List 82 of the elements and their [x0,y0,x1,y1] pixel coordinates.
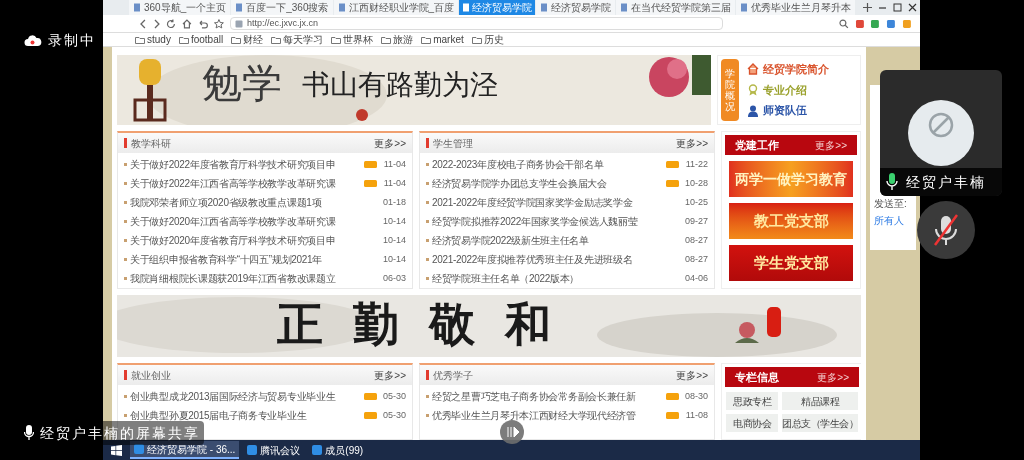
news-date: 11-08 [684,408,708,422]
news-date: 10-14 [381,214,406,228]
news-link[interactable]: 创业典型孙夏2015届电子商务专业毕业生 [130,408,307,423]
news-link[interactable]: 关于组织申报省教育科学“十四五”规划2021年 [130,252,322,267]
column-link-button[interactable]: 思政专栏 [726,392,778,410]
news-link[interactable]: 经贸之星曹巧芝电子商务协会常务副会长兼任新 [432,389,636,404]
bookmark-folder[interactable]: 历史 [471,34,504,45]
about-link[interactable]: 师资队伍 [747,102,829,119]
news-link[interactable]: 2022-2023年度校电子商务协会干部名单 [432,157,604,172]
taskbar-button[interactable]: 腾讯会议 [243,441,305,459]
browser-tab[interactable]: 360导航_一个主页 [129,0,231,15]
about-link[interactable]: 经贸学院简介 [747,61,829,78]
news-date: 04-06 [683,271,708,285]
news-date: 09-27 [683,214,708,228]
news-date: 11-04 [382,176,406,190]
more-link[interactable]: 更多>> [374,367,406,383]
more-link[interactable]: 更多>> [676,135,708,151]
news-link[interactable]: 优秀毕业生兰月琴升本江西财经大学现代经济管 [432,408,636,423]
news-date: 10-14 [381,233,406,247]
bookmark-folder[interactable]: 财经 [231,34,264,45]
browser-tab[interactable]: 经济贸易学院 [459,0,536,15]
news-date: 11-04 [382,157,406,171]
news-link[interactable]: 关于做好2020年度省教育厅科学技术研究项目申 [130,233,336,248]
news-date: 11-22 [684,157,708,171]
news-link[interactable]: 经济贸易学院学办团总支学生会换届大会 [432,176,607,191]
news-date: 10-14 [381,252,406,266]
news-date: 08-27 [683,252,708,266]
panel-title: 就业创业 [131,368,171,383]
news-date: 05-30 [381,389,406,403]
send-to-label: 发送至: [874,197,908,211]
bookmark-folder[interactable]: study [135,34,171,45]
news-link[interactable]: 经贸学院拟推荐2022年国家奖学金候选人魏丽莹 [432,214,638,229]
section-title: 党建工作 [735,137,779,153]
party-banner-link[interactable]: 学生党支部 [729,245,853,281]
taskbar-button[interactable]: 成员(99) [308,441,368,459]
panel-title: 教学科研 [131,136,171,151]
panel-title: 学生管理 [433,136,473,151]
recipient-link[interactable]: 所有人 [874,213,916,228]
news-link[interactable]: 关于做好2022年度省教育厅科学技术研究项目申 [130,157,336,172]
news-date: 08-27 [683,233,708,247]
more-link[interactable]: 更多>> [815,137,847,153]
more-link[interactable]: 更多>> [374,135,406,151]
calligraphy-text: 勉学 [202,63,282,103]
browser-tab[interactable]: 江西财经职业学院_百度 [333,0,459,15]
column-link-button[interactable]: 团总支（学生会） [782,414,858,432]
news-date: 05-30 [381,408,406,422]
bookmark-folder[interactable]: football [178,34,224,45]
news-date: 06-03 [381,271,406,285]
browser-tab[interactable]: 在当代经贸学院第三届 [616,0,736,15]
participant-name: 经贸户丰楠 [906,172,986,192]
news-link[interactable]: 关于做好2022年江西省高等学校教学改革研究课 [130,176,336,191]
bookmark-folder[interactable]: market [421,34,464,45]
address-field[interactable]: http://ec.jxvc.jx.cn [229,17,723,30]
news-date: 10-28 [683,176,708,190]
news-date: 08-30 [683,389,708,403]
column-link-button[interactable]: 精品课程 [782,392,858,410]
recording-label: 录制中 [48,31,96,50]
news-link[interactable]: 创业典型成龙2013届国际经济与贸易专业毕业生 [130,389,336,404]
section-title: 专栏信息 [735,369,779,385]
news-date: 01-18 [381,195,406,209]
news-link[interactable]: 关于做好2020年江西省高等学校教学改革研究课 [130,214,336,229]
bookmark-folder[interactable]: 每天学习 [271,34,324,45]
news-link[interactable]: 经济贸易学院2022级新生班主任名单 [432,233,589,248]
news-link[interactable]: 2021-2022年度拟推荐优秀班主任及先进班级名 [432,252,633,267]
bookmark-folder[interactable]: 世界杯 [331,34,374,45]
news-link[interactable]: 我院邓荣者师立项2020省级教改重点课题1项 [130,195,322,210]
news-link[interactable]: 经贸学院班主任名单（2022版本） [432,271,580,286]
banner-title: 书山有路勤为泾 [302,71,498,99]
more-link[interactable]: 更多>> [676,367,708,383]
taskbar-button[interactable]: 经济贸易学院 - 36... [130,441,240,459]
banner-title: 正勤敬和 [277,301,581,347]
browser-tab[interactable]: 优秀毕业生兰月琴升本 [736,0,856,15]
browser-tab[interactable]: 百度一下_360搜索 [231,0,333,15]
column-link-button[interactable]: 电商协会 [726,414,778,432]
browser-tab[interactable]: 经济贸易学院 [536,0,616,15]
panel-title: 优秀学子 [433,368,473,383]
bookmark-folder[interactable]: 旅游 [381,34,414,45]
more-link[interactable]: 更多>> [817,369,849,385]
news-link[interactable]: 我院肖细根院长课题获2019年江西省教改课题立 [130,271,336,286]
news-link[interactable]: 2021-2022年度经贸学院国家奖学金励志奖学金 [432,195,633,210]
news-date: 10-25 [683,195,708,209]
screen-share-label: 经贸户丰楠的屏幕共享 [40,423,200,443]
